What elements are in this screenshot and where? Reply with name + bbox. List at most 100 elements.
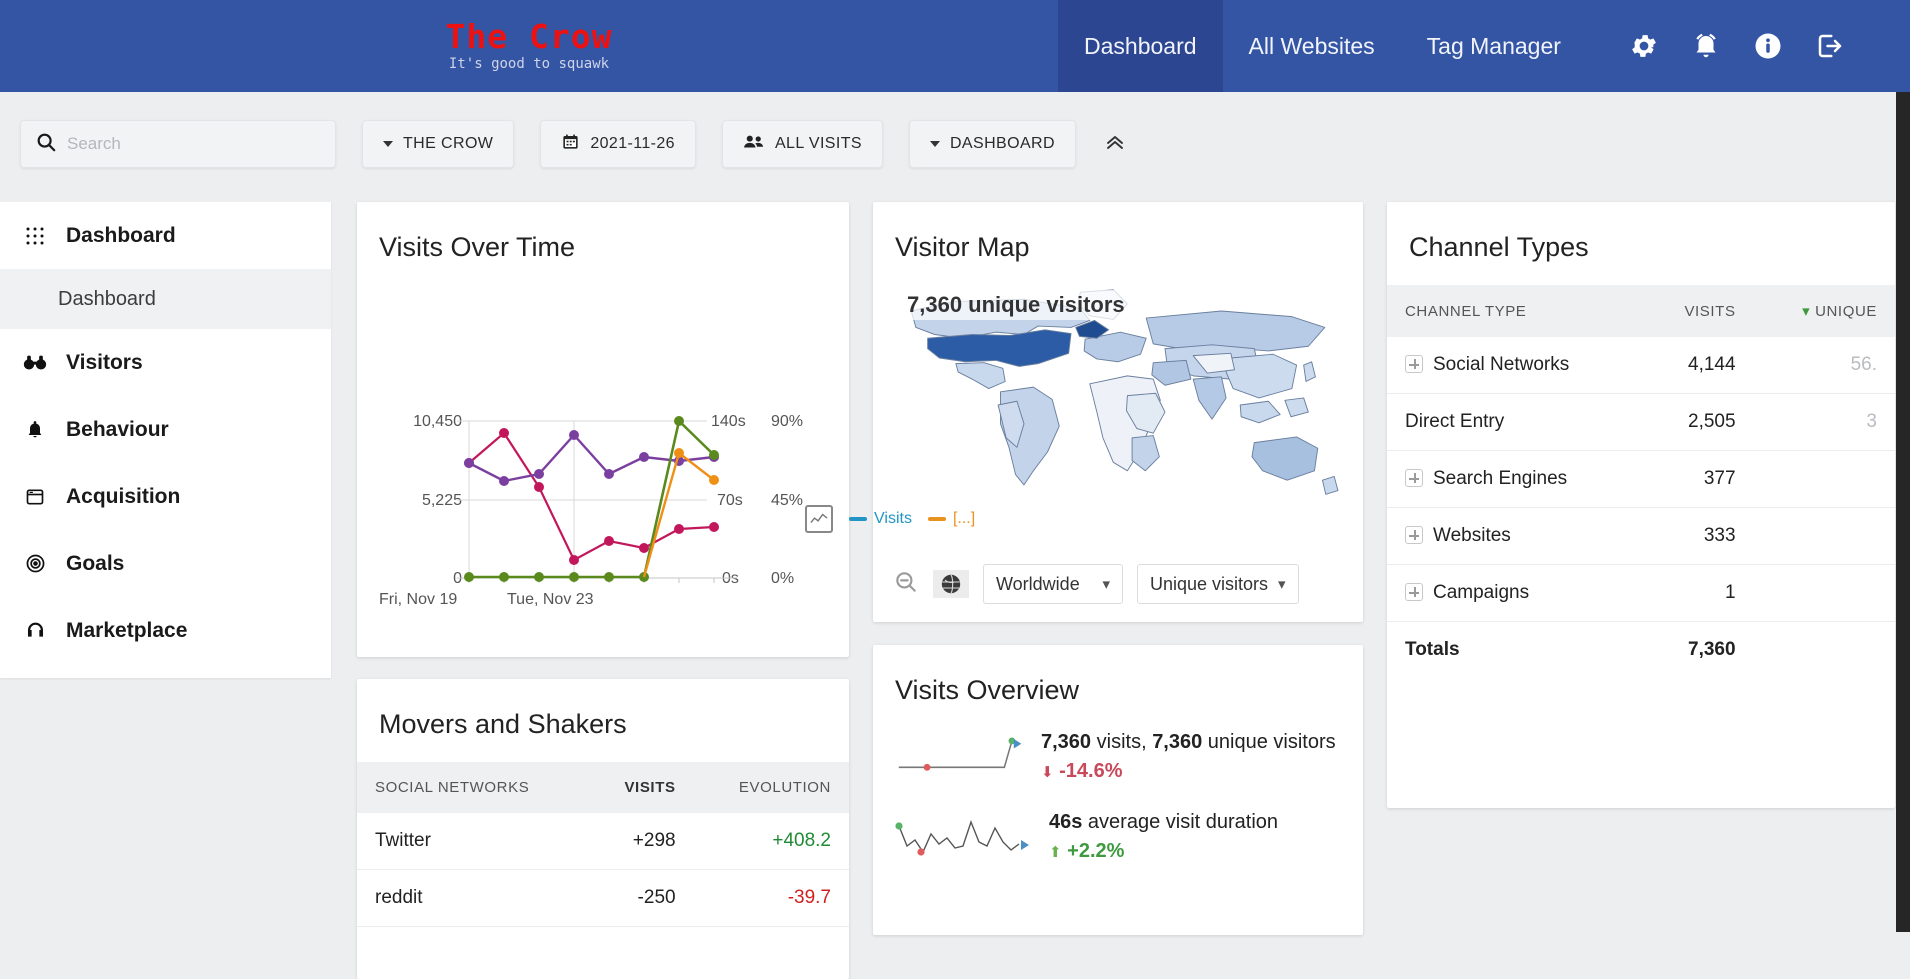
duration-delta: +2.2% [1067, 840, 1124, 862]
row-unique [1754, 451, 1895, 508]
legend-swatch [928, 517, 946, 521]
column-visits[interactable]: VISITS [1642, 285, 1753, 337]
row-visits: 377 [1642, 451, 1753, 508]
legend-label: [...] [953, 510, 975, 528]
search-input[interactable]: Search [20, 120, 336, 168]
visits-summary-text: 7,360 visits, 7,360 unique visitors ⬇ -1… [1041, 728, 1341, 786]
zoom-out-icon[interactable] [893, 569, 919, 600]
table-row[interactable]: Search Engines 377 [1387, 451, 1895, 508]
totals-visits: 7,360 [1642, 622, 1753, 679]
logo-title: The Crow [446, 20, 613, 55]
toolbar: Search THE CROW 2021-11-26 ALL VI [0, 92, 1910, 196]
expand-icon[interactable] [1405, 526, 1423, 544]
legend-label: Visits [874, 510, 912, 528]
table-header-row: SOCIAL NETWORKS VISITS EVOLUTION [357, 762, 849, 813]
visits-over-time-widget: Visits Over Time Visits [...] 10,450 5,2… [357, 202, 849, 657]
channel-types-table: CHANNEL TYPE VISITS ▾ UNIQUE Social Netw… [1387, 285, 1895, 678]
row-evolution: -39.7 [694, 870, 849, 927]
column-evolution[interactable]: EVOLUTION [694, 762, 849, 813]
map-region-select[interactable]: Worldwide ▾ [983, 564, 1123, 604]
visits-over-time-chart[interactable]: 10,450 5,225 0 140s 70s 0s 90% 45% 0% Fr… [357, 285, 849, 585]
page-selector-label: DASHBOARD [950, 135, 1055, 153]
nav-item-all-websites[interactable]: All Websites [1223, 0, 1401, 92]
sidebar-item-marketplace[interactable]: Marketplace [0, 597, 331, 664]
row-label: Direct Entry [1387, 394, 1642, 451]
channel-types-widget: Channel Types CHANNEL TYPE VISITS ▾ UNIQ… [1387, 202, 1895, 808]
movers-table: SOCIAL NETWORKS VISITS EVOLUTION Twitter… [357, 762, 849, 927]
column-social-networks[interactable]: SOCIAL NETWORKS [357, 762, 588, 813]
target-icon [22, 553, 48, 574]
column-visits[interactable]: VISITS [588, 762, 694, 813]
table-row[interactable]: Websites 333 [1387, 508, 1895, 565]
visits-overview-widget: Visits Overview 7,360 visits, 7,360 uniq… [873, 645, 1363, 935]
sidebar-item-goals[interactable]: Goals [0, 530, 331, 597]
chart-type-icon[interactable] [805, 505, 833, 533]
row-unique [1754, 565, 1895, 622]
row-visits: 2,505 [1642, 394, 1753, 451]
visits-mid: visits, [1091, 731, 1152, 753]
bell-icon[interactable] [1675, 0, 1737, 92]
sidebar-item-acquisition[interactable]: Acquisition [0, 463, 331, 530]
widget-title: Visitor Map [873, 202, 1363, 285]
row-label: Websites [1433, 525, 1511, 546]
table-row[interactable]: reddit -250 -39.7 [357, 870, 849, 927]
table-row[interactable]: Social Networks 4,144 56. [1387, 337, 1895, 394]
nav-item-dashboard[interactable]: Dashboard [1058, 0, 1223, 92]
chevron-down-icon [930, 141, 940, 147]
sidebar-item-behaviour[interactable]: Behaviour [0, 396, 331, 463]
visitor-map-widget: Visitor Map 7,360 unique visitors [873, 202, 1363, 622]
row-visits: 1 [1642, 565, 1753, 622]
legend-swatch [849, 517, 867, 521]
table-row[interactable]: Direct Entry 2,505 3 [1387, 394, 1895, 451]
chevron-up-icon [1102, 130, 1128, 159]
legend-entry-visits[interactable]: Visits [849, 510, 912, 528]
page-scrollbar[interactable] [1896, 92, 1910, 932]
calendar-icon [561, 132, 580, 156]
overview-row-duration: 46s average visit duration ⬆ +2.2% [873, 808, 1363, 888]
info-icon[interactable] [1737, 0, 1799, 92]
row-visits: +298 [588, 813, 694, 870]
column-channel-type[interactable]: CHANNEL TYPE [1387, 285, 1642, 337]
app-header: The Crow It's good to squawk Dashboard A… [0, 0, 1910, 92]
arrow-up-icon: ⬆ [1049, 844, 1062, 861]
row-unique [1754, 508, 1895, 565]
segment-selector-label: ALL VISITS [775, 135, 862, 153]
totals-label: Totals [1387, 622, 1642, 679]
widget-title: Visits Overview [873, 645, 1363, 728]
row-visits: 4,144 [1642, 337, 1753, 394]
expand-icon[interactable] [1405, 469, 1423, 487]
nav-item-tag-manager[interactable]: Tag Manager [1401, 0, 1587, 92]
x-axis-tick-2: Tue, Nov 23 [507, 591, 594, 609]
globe-icon[interactable] [933, 570, 969, 598]
sidebar-subitem-label: Dashboard [58, 288, 156, 311]
app-logo[interactable]: The Crow It's good to squawk [0, 0, 1058, 92]
legend-entry-other[interactable]: [...] [928, 510, 975, 528]
x-axis-tick-1: Fri, Nov 19 [379, 591, 457, 609]
binoculars-icon [22, 354, 48, 372]
page-selector-button[interactable]: DASHBOARD [909, 120, 1076, 168]
sidebar-item-visitors[interactable]: Visitors [0, 329, 331, 396]
column-unique[interactable]: ▾ UNIQUE [1754, 285, 1895, 337]
row-label: Search Engines [1433, 468, 1567, 489]
row-visits: 333 [1642, 508, 1753, 565]
gear-icon[interactable] [1613, 0, 1675, 92]
totals-unique [1754, 622, 1895, 679]
table-header-row: CHANNEL TYPE VISITS ▾ UNIQUE [1387, 285, 1895, 337]
table-row[interactable]: Campaigns 1 [1387, 565, 1895, 622]
logout-icon[interactable] [1799, 0, 1861, 92]
sidebar-item-label: Marketplace [66, 619, 187, 643]
chart-svg [357, 285, 849, 585]
map-headline: 7,360 unique visitors [901, 290, 1131, 320]
chevron-down-icon: ▾ [1102, 575, 1110, 593]
date-selector-button[interactable]: 2021-11-26 [540, 120, 696, 168]
segment-selector-button[interactable]: ALL VISITS [722, 120, 883, 168]
visits-suffix: unique visitors [1202, 731, 1335, 753]
map-metric-select[interactable]: Unique visitors ▾ [1137, 564, 1299, 604]
collapse-toolbar-button[interactable] [1098, 127, 1132, 161]
site-selector-button[interactable]: THE CROW [362, 120, 514, 168]
expand-icon[interactable] [1405, 355, 1423, 373]
sidebar-item-dashboard[interactable]: Dashboard [0, 202, 331, 269]
table-row[interactable]: Twitter +298 +408.2 [357, 813, 849, 870]
expand-icon[interactable] [1405, 583, 1423, 601]
sidebar-subitem-dashboard[interactable]: Dashboard [0, 269, 331, 329]
